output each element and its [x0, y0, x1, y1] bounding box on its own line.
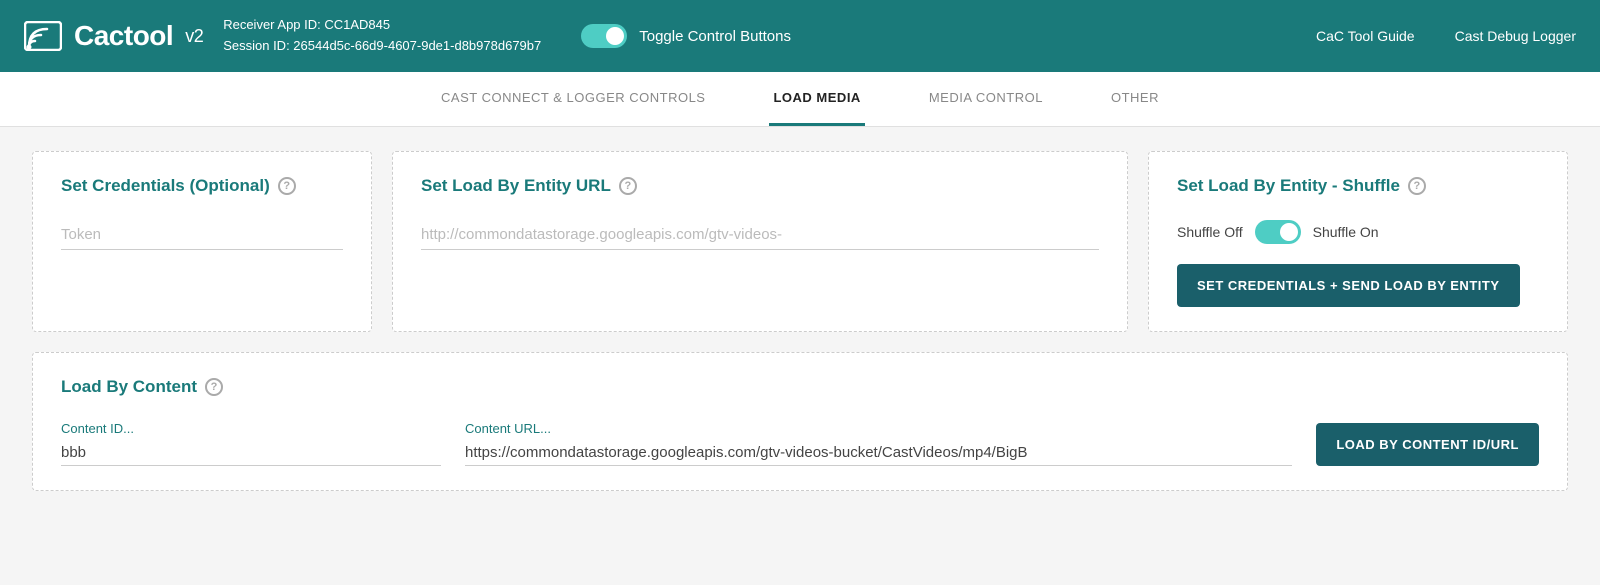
tab-cast-connect[interactable]: CAST CONNECT & LOGGER CONTROLS: [437, 72, 709, 126]
content-id-group: Content ID... bbb: [61, 421, 441, 466]
entity-url-help-icon[interactable]: ?: [619, 177, 637, 195]
set-credentials-card: Set Credentials (Optional) ?: [32, 151, 372, 332]
set-credentials-send-load-button[interactable]: SET CREDENTIALS + SEND LOAD BY ENTITY: [1177, 264, 1520, 307]
set-load-entity-url-card: Set Load By Entity URL ?: [392, 151, 1128, 332]
content-url-label: Content URL...: [465, 421, 1292, 436]
entity-shuffle-help-icon[interactable]: ?: [1408, 177, 1426, 195]
header-nav: CaC Tool Guide Cast Debug Logger: [1316, 28, 1576, 44]
content-fields-row: Content ID... bbb Content URL... https:/…: [61, 421, 1539, 466]
load-by-content-button[interactable]: LOAD BY CONTENT ID/URL: [1316, 423, 1539, 466]
credentials-help-icon[interactable]: ?: [278, 177, 296, 195]
shuffle-on-label: Shuffle On: [1313, 224, 1379, 240]
main-content: Set Credentials (Optional) ? Set Load By…: [0, 127, 1600, 515]
toggle-control-label: Toggle Control Buttons: [639, 28, 791, 45]
cac-tool-guide-link[interactable]: CaC Tool Guide: [1316, 28, 1415, 44]
shuffle-toggle-switch[interactable]: [1255, 220, 1301, 244]
set-load-entity-shuffle-card: Set Load By Entity - Shuffle ? Shuffle O…: [1148, 151, 1568, 332]
entity-url-input[interactable]: [421, 220, 1099, 250]
logo-text: Cactool: [74, 20, 173, 52]
set-credentials-title: Set Credentials (Optional) ?: [61, 176, 343, 196]
tab-media-control[interactable]: MEDIA CONTROL: [925, 72, 1047, 126]
toggle-control-switch[interactable]: [581, 24, 627, 48]
app-header: Cactool v2 Receiver App ID: CC1AD845 Ses…: [0, 0, 1600, 72]
tab-other[interactable]: OTHER: [1107, 72, 1163, 126]
content-url-group: Content URL... https://commondatastorage…: [465, 421, 1292, 466]
card-row-1: Set Credentials (Optional) ? Set Load By…: [32, 151, 1568, 332]
cast-logo-icon: [24, 21, 62, 51]
entity-shuffle-title: Set Load By Entity - Shuffle ?: [1177, 176, 1539, 196]
app-logo: Cactool v2: [24, 20, 203, 52]
shuffle-toggle-row: Shuffle Off Shuffle On: [1177, 220, 1539, 244]
entity-url-title: Set Load By Entity URL ?: [421, 176, 1099, 196]
logo-version: v2: [185, 26, 203, 47]
tabs-bar: CAST CONNECT & LOGGER CONTROLS LOAD MEDI…: [0, 72, 1600, 127]
load-content-help-icon[interactable]: ?: [205, 378, 223, 396]
token-input[interactable]: [61, 220, 343, 250]
tab-load-media[interactable]: LOAD MEDIA: [769, 72, 864, 126]
content-id-label: Content ID...: [61, 421, 441, 436]
toggle-control-section: Toggle Control Buttons: [581, 24, 791, 48]
content-id-value[interactable]: bbb: [61, 440, 441, 466]
cast-debug-logger-link[interactable]: Cast Debug Logger: [1455, 28, 1576, 44]
session-id: Session ID: 26544d5c-66d9-4607-9de1-d8b9…: [223, 36, 541, 57]
shuffle-off-label: Shuffle Off: [1177, 224, 1243, 240]
load-by-content-card: Load By Content ? Content ID... bbb Cont…: [32, 352, 1568, 491]
header-device-info: Receiver App ID: CC1AD845 Session ID: 26…: [223, 15, 541, 57]
content-url-value[interactable]: https://commondatastorage.googleapis.com…: [465, 440, 1292, 466]
receiver-app-id: Receiver App ID: CC1AD845: [223, 15, 541, 36]
load-by-content-title: Load By Content ?: [61, 377, 1539, 397]
